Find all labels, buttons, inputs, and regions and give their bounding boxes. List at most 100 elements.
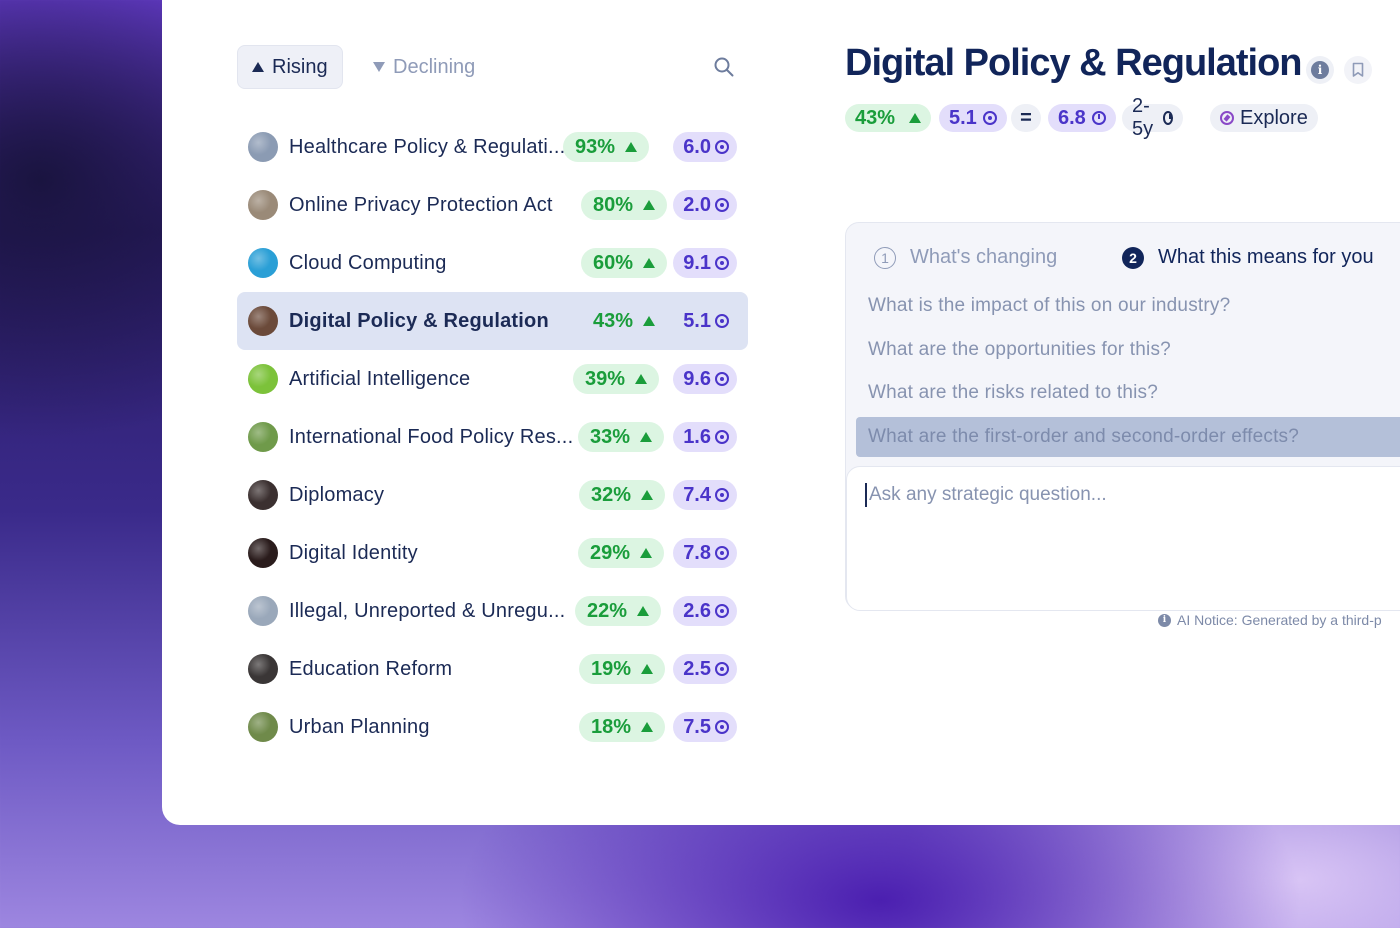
score-value: 6.0	[683, 135, 711, 158]
tab-what-this-means[interactable]: 2 What this means for you	[1122, 246, 1374, 269]
score-value: 9.6	[683, 367, 711, 390]
score-badge: 7.5	[673, 712, 737, 742]
horizon-value: 2-5y	[1132, 95, 1154, 140]
topic-row[interactable]: Education Reform 19% 2.5	[237, 640, 748, 698]
topic-avatar	[248, 132, 278, 162]
qa-tabs: 1 What's changing 2 What this means for …	[874, 246, 1400, 272]
triangle-up-icon	[635, 374, 647, 384]
topic-row[interactable]: Cloud Computing 60% 9.1	[237, 234, 748, 292]
topic-label: Healthcare Policy & Regulati...	[289, 135, 566, 158]
bookmark-button[interactable]	[1344, 56, 1372, 84]
target-icon	[715, 372, 729, 386]
info-button[interactable]: i	[1306, 56, 1334, 84]
topic-label: Illegal, Unreported & Unregu...	[289, 599, 566, 622]
topic-avatar	[248, 422, 278, 452]
ask-input[interactable]	[865, 483, 1400, 507]
suggested-question[interactable]: What are the first-order and second-orde…	[856, 417, 1400, 458]
secondary-score-value: 6.8	[1058, 106, 1086, 129]
topic-list: Healthcare Policy & Regulati... 93% 6.0 Onl…	[237, 118, 748, 756]
topic-label: Digital Identity	[289, 541, 418, 564]
growth-badge: 80%	[580, 190, 667, 220]
topic-row[interactable]: Urban Planning 18% 7.5	[237, 698, 748, 756]
growth-value: 32%	[590, 483, 631, 506]
score-badge: 5.1	[673, 306, 737, 336]
growth-value: 93%	[574, 135, 615, 158]
triangle-up-icon	[640, 548, 652, 558]
score-badge: 6.0	[673, 132, 737, 162]
score-badge: 5.1	[939, 104, 1007, 132]
topic-label: Diplomacy	[289, 483, 385, 506]
ask-box	[846, 466, 1400, 611]
triangle-up-icon	[909, 113, 922, 123]
main-card: Rising Declining Healthcare Policy & Reg…	[162, 0, 1400, 825]
compass-icon	[1220, 111, 1234, 125]
topic-label: International Food Policy Res...	[289, 425, 574, 448]
target-icon	[715, 198, 729, 212]
suggested-question[interactable]: What are the risks related to this?	[856, 373, 1400, 413]
tab-rising[interactable]: Rising	[237, 45, 343, 89]
growth-badge: 22%	[574, 596, 661, 626]
suggested-question[interactable]: What is the impact of this on our indust…	[856, 286, 1400, 326]
growth-badge: 43%	[581, 306, 667, 336]
growth-value: 39%	[584, 367, 625, 390]
tab-whats-changing[interactable]: 1 What's changing	[874, 246, 1057, 269]
growth-badge: 19%	[578, 654, 665, 684]
search-icon[interactable]	[714, 57, 734, 77]
secondary-score-badge: 6.8	[1048, 104, 1116, 132]
target-icon	[982, 111, 997, 125]
growth-value: 22%	[586, 599, 627, 622]
growth-value: 29%	[589, 541, 630, 564]
growth-badge: 32%	[578, 480, 665, 510]
topic-avatar	[248, 654, 278, 684]
topic-row[interactable]: International Food Policy Res... 33% 1.6	[237, 408, 748, 466]
target-icon	[715, 488, 729, 502]
topic-row[interactable]: Illegal, Unreported & Unregu... 22% 2.6	[237, 582, 748, 640]
suggested-question[interactable]: What are the opportunities for this?	[856, 330, 1400, 370]
topic-row[interactable]: Artificial Intelligence 39% 9.6	[237, 350, 748, 408]
topic-row[interactable]: Digital Policy & Regulation 43% 5.1	[237, 292, 748, 350]
page-title: Digital Policy & Regulation	[845, 42, 1302, 84]
score-badge: 2.6	[673, 596, 737, 626]
topic-row[interactable]: Healthcare Policy & Regulati... 93% 6.0	[237, 118, 748, 176]
growth-value: 43%	[592, 309, 633, 332]
triangle-up-icon	[640, 432, 652, 442]
score-value: 7.8	[683, 541, 711, 564]
topic-row[interactable]: Digital Identity 29% 7.8	[237, 524, 748, 582]
qa-panel: 1 What's changing 2 What this means for …	[845, 222, 1400, 611]
topic-row[interactable]: Online Privacy Protection Act 80% 2.0	[237, 176, 748, 234]
score-badge: 7.4	[673, 480, 737, 510]
growth-badge: 33%	[577, 422, 664, 452]
triangle-up-icon	[637, 606, 649, 616]
score-badge: 2.0	[673, 190, 737, 220]
topic-avatar	[248, 596, 278, 626]
tab-whats-changing-label: What's changing	[910, 246, 1058, 268]
explore-button[interactable]: Explore	[1210, 104, 1318, 132]
explore-label: Explore	[1240, 106, 1308, 129]
score-value: 2.6	[683, 599, 711, 622]
info-icon: i	[1158, 613, 1171, 627]
tab-rising-label: Rising	[272, 55, 328, 78]
growth-value: 80%	[592, 193, 633, 216]
topic-row[interactable]: Diplomacy 32% 7.4	[237, 466, 748, 524]
growth-value: 60%	[592, 251, 633, 274]
filter-bar: Rising Declining	[237, 45, 737, 89]
target-icon	[715, 662, 729, 676]
equals-badge: =	[1011, 104, 1041, 132]
tab-what-this-means-label: What this means for you	[1158, 246, 1374, 268]
clock-icon	[1091, 111, 1106, 125]
tab-declining[interactable]: Declining	[359, 45, 489, 89]
triangle-up-icon	[643, 258, 655, 268]
growth-badge: 18%	[578, 712, 665, 742]
score-value: 2.0	[683, 193, 711, 216]
topic-avatar	[248, 190, 278, 220]
target-icon	[715, 430, 729, 444]
topic-avatar	[248, 306, 278, 336]
tab-declining-label: Declining	[393, 55, 476, 78]
score-value: 9.1	[683, 251, 711, 274]
target-icon	[715, 256, 729, 270]
score-badge: 9.6	[673, 364, 737, 394]
growth-value: 19%	[590, 657, 631, 680]
bookmark-icon	[1352, 62, 1364, 77]
topic-label: Online Privacy Protection Act	[289, 193, 553, 216]
growth-value: 43%	[855, 106, 896, 129]
